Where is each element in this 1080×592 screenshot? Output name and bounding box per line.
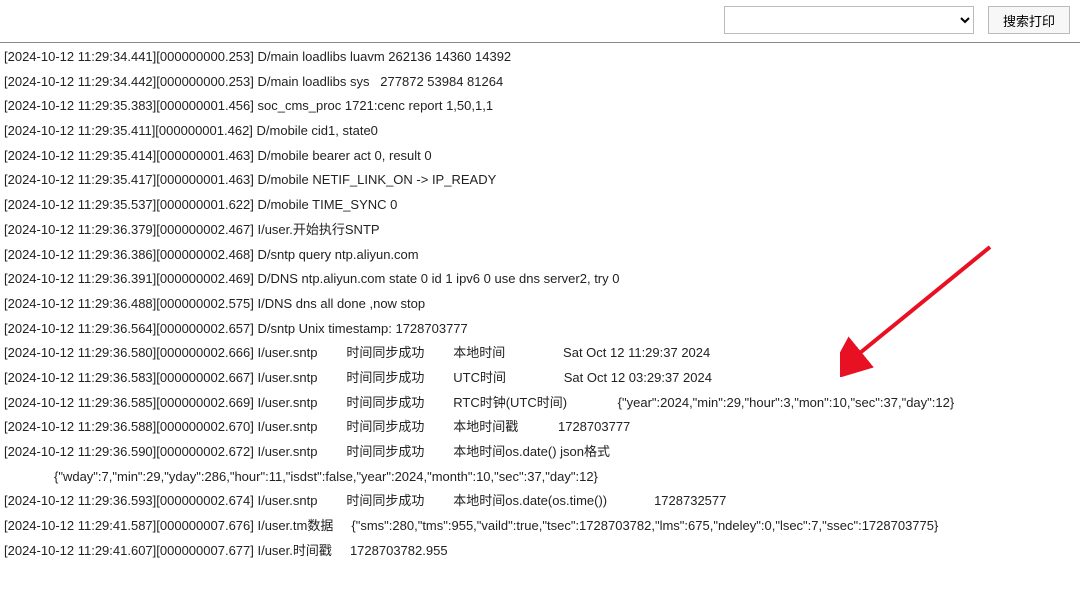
log-line: [2024-10-12 11:29:36.379][000000002.467]… [4,218,1076,243]
log-line: [2024-10-12 11:29:36.590][000000002.672]… [4,440,1076,465]
log-line: [2024-10-12 11:29:35.414][000000001.463]… [4,144,1076,169]
log-line: [2024-10-12 11:29:35.411][000000001.462]… [4,119,1076,144]
log-line: [2024-10-12 11:29:36.583][000000002.667]… [4,366,1076,391]
log-line: [2024-10-12 11:29:35.383][000000001.456]… [4,94,1076,119]
search-select[interactable] [724,6,974,34]
search-print-button[interactable]: 搜索打印 [988,6,1070,34]
log-line: [2024-10-12 11:29:41.607][000000007.677]… [4,539,1076,564]
log-line: [2024-10-12 11:29:34.441][000000000.253]… [4,45,1076,70]
log-line: {"wday":7,"min":29,"yday":286,"hour":11,… [4,465,1076,490]
log-line: [2024-10-12 11:29:36.386][000000002.468]… [4,243,1076,268]
log-line: [2024-10-12 11:29:35.417][000000001.463]… [4,168,1076,193]
log-line: [2024-10-12 11:29:41.587][000000007.676]… [4,514,1076,539]
log-output: [2024-10-12 11:29:34.441][000000000.253]… [0,42,1080,590]
log-line: [2024-10-12 11:29:36.564][000000002.657]… [4,317,1076,342]
log-line: [2024-10-12 11:29:36.593][000000002.674]… [4,489,1076,514]
log-line: [2024-10-12 11:29:36.580][000000002.666]… [4,341,1076,366]
log-line: [2024-10-12 11:29:36.588][000000002.670]… [4,415,1076,440]
log-line: [2024-10-12 11:29:36.488][000000002.575]… [4,292,1076,317]
log-line: [2024-10-12 11:29:36.391][000000002.469]… [4,267,1076,292]
log-line: [2024-10-12 11:29:34.442][000000000.253]… [4,70,1076,95]
toolbar: 搜索打印 [0,0,1080,42]
log-line: [2024-10-12 11:29:35.537][000000001.622]… [4,193,1076,218]
log-line: [2024-10-12 11:29:36.585][000000002.669]… [4,391,1076,416]
